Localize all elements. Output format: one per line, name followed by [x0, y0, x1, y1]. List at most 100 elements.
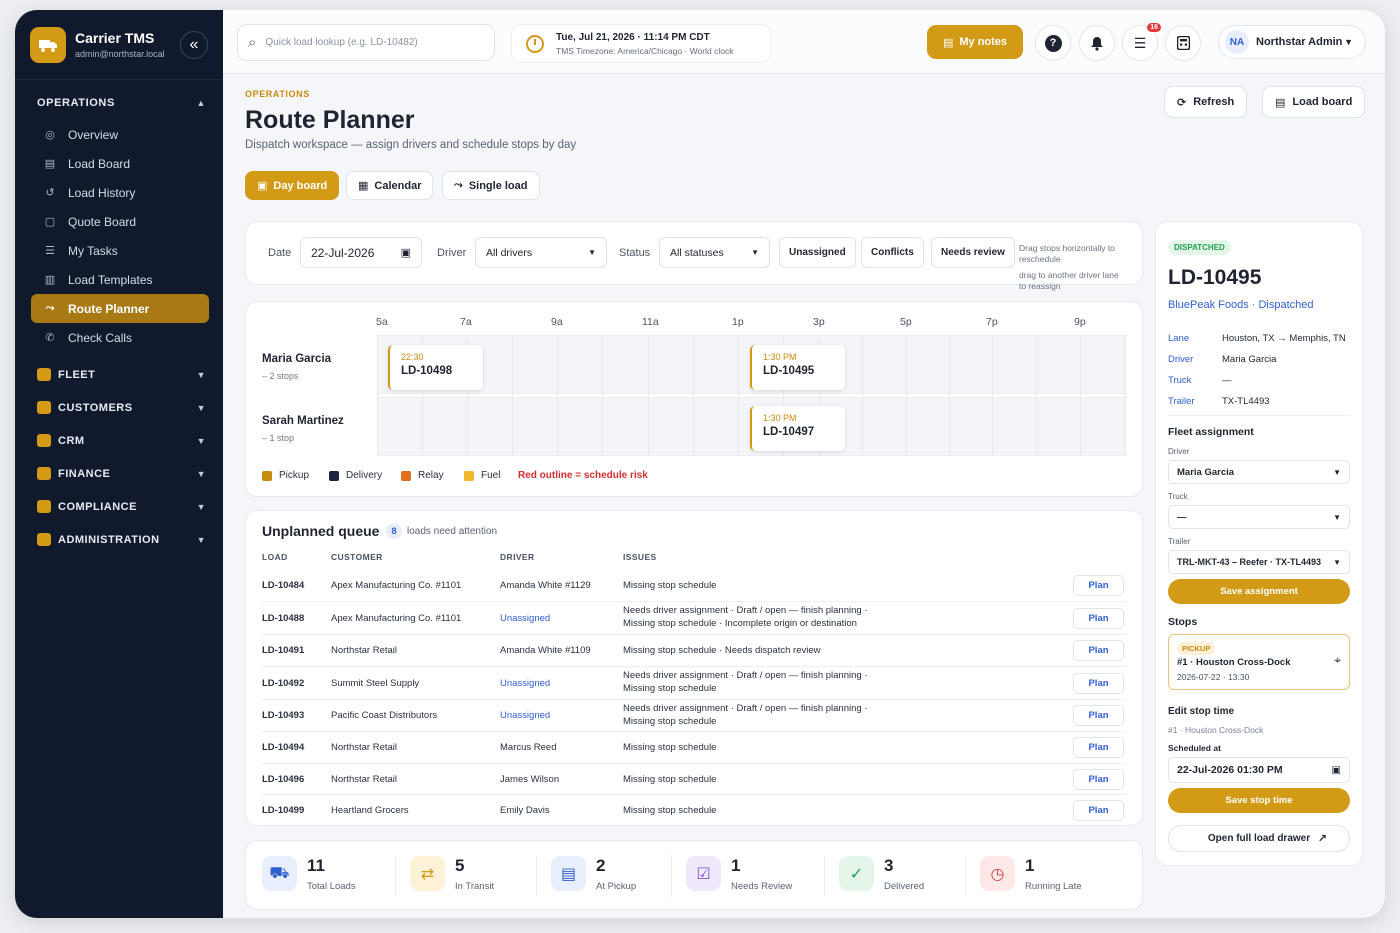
sidebar-group-customers[interactable]: CUSTOMERS ▼: [15, 391, 223, 424]
shield-icon: [37, 500, 51, 513]
status-select[interactable]: All statuses ▼: [659, 237, 770, 268]
hour-label: 9a: [551, 316, 563, 328]
sidebar-group-label: FINANCE: [58, 467, 111, 480]
sidebar-item-route-planner[interactable]: ⤳ Route Planner: [31, 294, 209, 323]
tasks-button[interactable]: ☰ 16: [1122, 23, 1161, 61]
sidebar-item-my-tasks[interactable]: ☰ My Tasks: [15, 236, 223, 265]
queue-count-badge: 8: [386, 523, 402, 539]
plan-button[interactable]: Plan: [1073, 737, 1124, 758]
plan-button[interactable]: Plan: [1073, 575, 1124, 596]
world-clock[interactable]: Tue, Jul 21, 2026 · 11:14 PM CDT TMS Tim…: [511, 24, 771, 63]
tab-day-board[interactable]: ▣ Day board: [245, 171, 340, 200]
user-name: Northstar Admin: [1256, 36, 1343, 48]
kpi-card[interactable]: ✓ 3 Delivered: [839, 856, 924, 892]
quick-load-search-input[interactable]: ⌕ Quick load lookup (e.g. LD-10482): [237, 24, 495, 61]
table-row[interactable]: LD-10496 Northstar Retail James Wilson Miss…: [262, 764, 1126, 795]
plan-button[interactable]: Plan: [1073, 673, 1124, 694]
row-driver[interactable]: Unassigned: [500, 678, 550, 689]
table-row[interactable]: LD-10494 Northstar Retail Marcus Reed Missi…: [262, 732, 1126, 764]
tab-calendar[interactable]: ▦ Calendar: [346, 171, 434, 200]
scheduled-at-input[interactable]: 22-Jul-2026 01:30 PM ▣: [1168, 757, 1350, 783]
fleet-driver-select[interactable]: Maria Garcia ▼: [1168, 460, 1350, 484]
scheduled-at-label: Scheduled at: [1168, 743, 1221, 753]
risk-note: Red outline = schedule risk: [518, 470, 648, 481]
kpi-label: In Transit: [455, 881, 495, 892]
help-button[interactable]: ?: [1035, 25, 1071, 61]
sidebar-group-crm[interactable]: CRM ▼: [15, 424, 223, 457]
clock-alert-icon: ◷: [980, 856, 1015, 891]
load-block[interactable]: 22:30 LD-10498: [388, 345, 483, 390]
save-stop-time-button[interactable]: Save stop time: [1168, 788, 1350, 813]
open-load-drawer-button[interactable]: Open full load drawer ↗: [1168, 825, 1350, 852]
row-load-id: LD-10496: [262, 774, 305, 785]
sidebar-group-finance[interactable]: FINANCE ▼: [15, 457, 223, 490]
unassigned-filter-chip[interactable]: Unassigned: [779, 237, 856, 268]
operations-section-toggle[interactable]: OPERATIONS ▲: [15, 86, 223, 120]
plan-button[interactable]: Plan: [1073, 705, 1124, 726]
kpi-card[interactable]: ⇄ 5 In Transit: [410, 856, 494, 892]
legend-item: Delivery: [329, 470, 382, 481]
route-icon: ⤳: [454, 179, 463, 191]
plan-button[interactable]: Plan: [1073, 608, 1124, 629]
calculator-button[interactable]: [1165, 25, 1201, 61]
row-issue: Missing stop schedule · Needs dispatch r…: [623, 645, 821, 656]
kpi-card[interactable]: ☑ 1 Needs Review: [686, 856, 792, 892]
grid-line: [377, 335, 378, 456]
sidebar-item-load-history[interactable]: ↺ Load History: [15, 178, 223, 207]
plan-button[interactable]: Plan: [1073, 769, 1124, 790]
sidebar-item-load-board[interactable]: ▤ Load Board: [15, 149, 223, 178]
document-icon: ▢: [44, 216, 56, 228]
table-row[interactable]: LD-10499 Heartland Grocers Emily Davis Miss…: [262, 795, 1126, 826]
load-block[interactable]: 1:30 PM LD-10497: [750, 406, 845, 451]
sidebar-group-fleet[interactable]: FLEET ▼: [15, 358, 223, 391]
load-block-time: 1:30 PM: [763, 352, 797, 362]
sidebar-group-administration[interactable]: ADMINISTRATION ▼: [15, 523, 223, 556]
lane-value: Houston, TX → Memphis, TN: [1222, 333, 1346, 344]
fleet-truck-select[interactable]: — ▼: [1168, 505, 1350, 529]
driver-select[interactable]: All drivers ▼: [475, 237, 607, 268]
collapse-sidebar-button[interactable]: «: [180, 30, 208, 59]
load-block[interactable]: 1:30 PM LD-10495: [750, 345, 845, 390]
needs-review-filter-chip[interactable]: Needs review: [931, 237, 1015, 268]
refresh-button[interactable]: ⟳ Refresh: [1164, 86, 1248, 118]
grid-line: [949, 335, 950, 456]
grid-line: [1124, 335, 1125, 456]
row-driver[interactable]: Unassigned: [500, 710, 550, 721]
trailer-label: Trailer: [1168, 396, 1195, 407]
table-row[interactable]: LD-10493 Pacific Coast Distributors Unassi…: [262, 700, 1126, 732]
truck-value: —: [1222, 375, 1232, 386]
table-row[interactable]: LD-10492 Summit Steel Supply Unassigned Nee…: [262, 667, 1126, 700]
kpi-card[interactable]: ◷ 1 Running Late: [980, 856, 1082, 892]
plan-button[interactable]: Plan: [1073, 800, 1124, 821]
driver-label: Driver: [1168, 354, 1194, 365]
fleet-trailer-label: Trailer: [1168, 537, 1191, 546]
hour-label: 5a: [376, 316, 388, 328]
tab-single-load[interactable]: ⤳ Single load: [442, 171, 540, 200]
sidebar-item-quote-board[interactable]: ▢ Quote Board: [15, 207, 223, 236]
table-row[interactable]: LD-10488 Apex Manufacturing Co. #1101 Unas…: [262, 602, 1126, 635]
sidebar-group-compliance[interactable]: COMPLIANCE ▼: [15, 490, 223, 523]
sidebar-item-overview[interactable]: ◎ Overview: [15, 120, 223, 149]
conflicts-filter-chip[interactable]: Conflicts: [861, 237, 924, 268]
kpi-value: 11: [307, 856, 325, 875]
notifications-button[interactable]: [1079, 25, 1115, 61]
page-subtitle: Dispatch workspace — assign drivers and …: [245, 139, 577, 151]
load-board-button[interactable]: ▤ Load board: [1262, 86, 1366, 118]
row-issue: Needs driver assignment · Draft / open —…: [623, 670, 868, 681]
table-row[interactable]: LD-10491 Northstar Retail Amanda White #11…: [262, 635, 1126, 667]
my-notes-button[interactable]: ▤ My notes: [927, 25, 1023, 59]
date-picker[interactable]: 22-Jul-2026 ▣: [300, 237, 422, 268]
kpi-card[interactable]: ⛟ 11 Total Loads: [262, 856, 356, 892]
kpi-card[interactable]: ▤ 2 At Pickup: [551, 856, 636, 892]
list-icon: ☰: [45, 245, 55, 257]
fleet-trailer-select[interactable]: TRL-MKT-43 – Reefer · TX-TL4493 ▼: [1168, 550, 1350, 574]
stop-card[interactable]: PICKUP #1 · Houston Cross-Dock 2026-07-2…: [1168, 634, 1350, 690]
clock-timezone: TMS Timezone: America/Chicago · World cl…: [556, 45, 734, 56]
sidebar-item-check-calls[interactable]: ✆ Check Calls: [15, 323, 223, 352]
plan-button[interactable]: Plan: [1073, 640, 1124, 661]
table-row[interactable]: LD-10484 Apex Manufacturing Co. #1101 Aman…: [262, 569, 1126, 602]
row-driver[interactable]: Unassigned: [500, 613, 550, 624]
sidebar-item-load-templates[interactable]: ▥ Load Templates: [15, 265, 223, 294]
user-menu[interactable]: NA Northstar Admin ▼: [1218, 25, 1366, 59]
save-assignment-button[interactable]: Save assignment: [1168, 579, 1350, 604]
